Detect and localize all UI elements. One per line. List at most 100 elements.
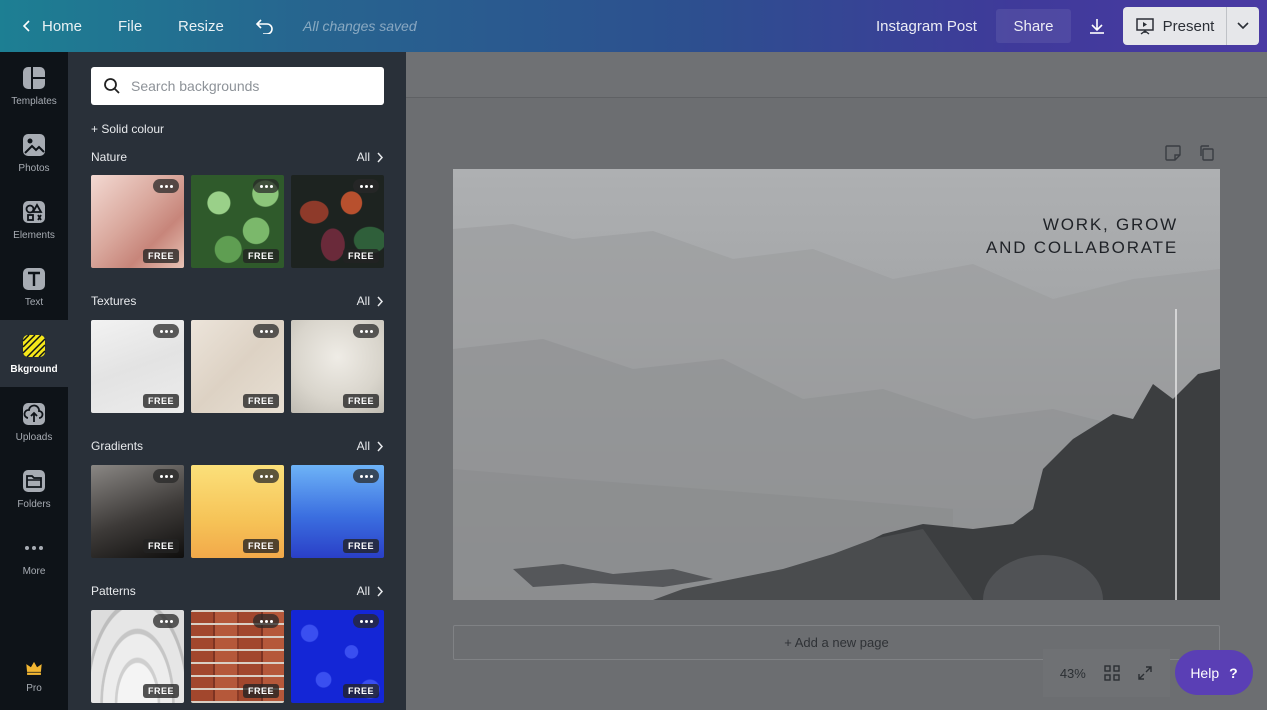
chevron-right-icon [377,296,384,306]
nav-label: More [22,565,46,577]
thumb-blue-gradient[interactable]: FREE [291,465,384,558]
more-options-button[interactable] [153,469,179,483]
nav-pro[interactable]: Pro [0,642,68,709]
free-badge: FREE [242,249,279,263]
duplicate-page-icon[interactable] [1198,144,1216,162]
nav-photos[interactable]: Photos [0,119,68,186]
thumb-green-leaves[interactable]: FREE [191,175,284,268]
zoom-controls: 43% [1043,649,1170,697]
free-badge: FREE [142,684,179,698]
more-options-button[interactable] [253,614,279,628]
section-header-textures: Textures All [91,294,384,308]
file-menu[interactable]: File [118,0,142,52]
section-title: Gradients [91,439,144,453]
chevron-right-icon [377,441,384,451]
nav-label: Text [24,296,44,308]
present-label: Present [1162,17,1215,35]
free-badge: FREE [142,539,179,553]
section-title: Nature [91,150,128,164]
more-options-button[interactable] [353,324,379,338]
elements-icon [23,200,45,223]
headline-line-2: AND COLLABORATE [985,238,1178,257]
more-options-button[interactable] [153,324,179,338]
search-icon [104,78,120,94]
backgrounds-panel: + Solid colour Nature All FREE FREE FREE… [68,52,406,710]
more-options-button[interactable] [353,179,379,193]
nav-label: Elements [13,229,55,241]
undo-icon [255,19,273,34]
background-icon [22,333,46,358]
thumb-pink-field[interactable]: FREE [91,175,184,268]
section-header-patterns: Patterns All [91,584,384,598]
see-all-nature[interactable]: All [357,150,384,164]
nav-label: Folders [17,498,51,510]
undo-button[interactable] [254,0,274,52]
thumb-grey-plaster[interactable]: FREE [291,320,384,413]
share-button[interactable]: Share [996,9,1071,43]
nav-elements[interactable]: Elements [0,186,68,253]
section-header-nature: Nature All [91,150,384,164]
more-options-button[interactable] [353,469,379,483]
help-button[interactable]: Help ? [1175,650,1253,695]
see-all-gradients[interactable]: All [357,439,384,453]
present-button[interactable]: Present [1123,7,1226,45]
nav-label: Bkground [10,363,58,375]
more-options-button[interactable] [253,179,279,193]
nav-uploads[interactable]: Uploads [0,388,68,455]
grid-view-icon[interactable] [1103,665,1120,681]
help-label: Help [1190,664,1220,681]
see-all-label: All [356,150,370,164]
note-icon[interactable] [1164,144,1182,162]
free-badge: FREE [342,249,379,263]
home-label: Home [42,17,83,35]
thumb-white-marble[interactable]: FREE [91,320,184,413]
thumb-beige-concrete[interactable]: FREE [191,320,284,413]
design-headline[interactable]: WORK, GROW AND COLLABORATE [986,213,1178,259]
solid-colour-button[interactable]: + Solid colour [91,122,164,136]
nav-label: Photos [18,162,50,174]
nav-label: Pro [26,682,42,694]
search-box [91,67,384,105]
vertical-line-element[interactable] [1175,309,1177,600]
see-all-label: All [356,294,370,308]
nav-folders[interactable]: Folders [0,455,68,522]
resize-button[interactable]: Resize [178,0,224,52]
more-options-button[interactable] [153,614,179,628]
present-dropdown-button[interactable] [1227,7,1259,45]
more-options-button[interactable] [153,179,179,193]
nav-more[interactable]: More [0,522,68,589]
chevron-right-icon [377,152,384,162]
text-icon [23,267,45,290]
design-canvas[interactable]: WORK, GROW AND COLLABORATE [453,169,1220,600]
uploads-icon [23,402,45,425]
section-header-gradients: Gradients All [91,439,384,453]
more-options-button[interactable] [353,614,379,628]
thumb-dark-croton-leaves[interactable]: FREE [291,175,384,268]
nav-templates[interactable]: Templates [0,52,68,119]
home-button[interactable]: Home [20,0,82,52]
search-input[interactable] [131,78,371,94]
document-type[interactable]: Instagram Post [876,0,977,52]
photos-icon [23,133,45,156]
see-all-textures[interactable]: All [357,294,384,308]
thumb-red-brick[interactable]: FREE [191,610,284,703]
thumb-grey-black-gradient[interactable]: FREE [91,465,184,558]
left-nav: Templates Photos Elements Text Bkground … [0,52,68,710]
thumb-yellow-orange-gradient[interactable]: FREE [191,465,284,558]
more-options-button[interactable] [253,324,279,338]
nav-background[interactable]: Bkground [0,320,68,387]
fullscreen-icon[interactable] [1137,665,1153,681]
nav-text[interactable]: Text [0,253,68,320]
zoom-level[interactable]: 43% [1060,666,1086,681]
more-options-button[interactable] [253,469,279,483]
download-button[interactable] [1080,9,1114,43]
section-title: Patterns [91,584,136,598]
free-badge: FREE [342,394,379,408]
thumb-blue-leaf-pattern[interactable]: FREE [291,610,384,703]
more-icon [25,545,43,550]
save-status: All changes saved [303,18,417,34]
see-all-patterns[interactable]: All [357,584,384,598]
free-badge: FREE [342,684,379,698]
thumb-white-arches[interactable]: FREE [91,610,184,703]
free-badge: FREE [242,394,279,408]
